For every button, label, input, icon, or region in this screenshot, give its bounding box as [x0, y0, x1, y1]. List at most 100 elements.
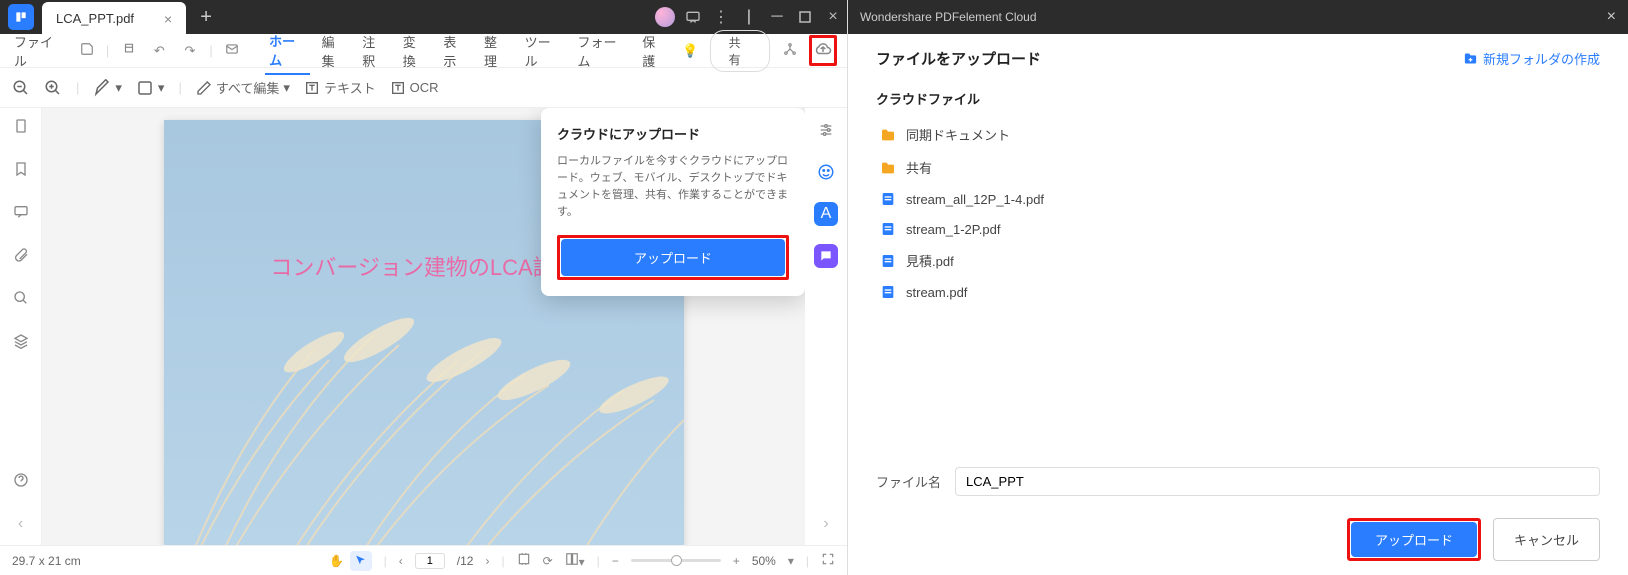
menu-view[interactable]: 表示	[439, 28, 472, 74]
page-total: /12	[457, 554, 474, 568]
file-name: stream_1-2P.pdf	[906, 222, 1000, 237]
app-logo	[8, 4, 34, 30]
new-folder-button[interactable]: 新規フォルダの作成	[1463, 49, 1600, 68]
settings-icon[interactable]	[814, 118, 838, 142]
chat-icon[interactable]	[679, 0, 707, 34]
dialog-window-title: Wondershare PDFelement Cloud	[860, 10, 1037, 24]
lightbulb-icon[interactable]: 💡	[679, 43, 702, 59]
upload-button-highlight: アップロード	[1347, 518, 1481, 561]
edit-all-button[interactable]: すべて編集▾	[196, 78, 290, 97]
file-row[interactable]: stream.pdf	[876, 277, 1600, 307]
zoom-out-icon[interactable]	[12, 79, 30, 97]
share-button[interactable]: 共有	[710, 30, 771, 72]
ai-icon[interactable]: A	[814, 202, 838, 226]
file-name: stream.pdf	[906, 285, 967, 300]
page-canvas: コンバージョン建物のLCA試算	[42, 108, 805, 545]
chevron-left-icon[interactable]: ‹	[18, 515, 23, 533]
menu-form[interactable]: フォーム	[573, 28, 630, 74]
menu-protect[interactable]: 保護	[638, 28, 671, 74]
minimize-icon[interactable]: ─	[763, 0, 791, 34]
dialog-titlebar: Wondershare PDFelement Cloud ×	[848, 0, 1628, 34]
page-dimensions: 29.7 x 21 cm	[12, 554, 81, 568]
smiley-icon[interactable]	[814, 160, 838, 184]
menu-file[interactable]: ファイル	[10, 28, 67, 74]
close-icon[interactable]: ×	[819, 0, 847, 34]
chat-assist-icon[interactable]	[814, 244, 838, 268]
highlight-icon[interactable]: ▾	[93, 79, 122, 97]
pdf-icon	[880, 284, 896, 300]
file-row[interactable]: stream_all_12P_1-4.pdf	[876, 184, 1600, 214]
bookmark-icon[interactable]	[13, 161, 29, 182]
attachment-icon[interactable]	[13, 247, 29, 268]
comment-icon[interactable]	[13, 204, 29, 225]
file-name: 共有	[906, 158, 932, 177]
folder-row[interactable]: 共有	[876, 151, 1600, 184]
save-icon[interactable]	[75, 42, 98, 59]
popup-button-highlight: アップロード	[557, 235, 789, 280]
chevron-right-icon[interactable]: ›	[823, 515, 828, 533]
zoom-in-icon[interactable]	[44, 79, 62, 97]
page-number-input[interactable]	[415, 553, 445, 569]
maximize-icon[interactable]	[791, 0, 819, 34]
zoom-plus-icon[interactable]: +	[733, 554, 740, 568]
print-icon[interactable]	[117, 42, 140, 59]
folder-row[interactable]: 同期ドキュメント	[876, 118, 1600, 151]
filename-label: ファイル名	[876, 472, 941, 491]
upload-button[interactable]: アップロード	[1351, 522, 1477, 557]
page-thumb-icon[interactable]	[13, 118, 29, 139]
prev-page-icon[interactable]: ‹	[399, 554, 403, 568]
cloud-files-label: クラウドファイル	[876, 89, 1600, 108]
chevron-down-icon[interactable]: ▾	[788, 554, 794, 568]
sitemap-icon[interactable]	[778, 42, 801, 59]
select-tool-icon[interactable]	[350, 551, 372, 571]
pdf-icon	[880, 253, 896, 269]
undo-icon[interactable]: ↶	[148, 43, 171, 59]
file-row[interactable]: stream_1-2P.pdf	[876, 214, 1600, 244]
dialog-heading: ファイルをアップロード	[876, 48, 1041, 69]
rotate-icon[interactable]: ⟳	[543, 554, 553, 568]
menu-edit[interactable]: 編集	[318, 28, 351, 74]
left-rail: ‹	[0, 108, 42, 545]
menu-organize[interactable]: 整理	[480, 28, 513, 74]
redo-icon[interactable]: ↷	[179, 43, 202, 59]
zoom-minus-icon[interactable]: −	[612, 554, 619, 568]
zoom-slider[interactable]	[631, 559, 721, 562]
pdf-icon	[880, 221, 896, 237]
menu-convert[interactable]: 変換	[399, 28, 432, 74]
right-rail: A ›	[805, 108, 847, 545]
help-icon[interactable]	[13, 472, 29, 493]
zoom-value: 50%	[752, 554, 776, 568]
popup-title: クラウドにアップロード	[557, 124, 789, 143]
layout-icon[interactable]: ▾	[565, 552, 585, 569]
fullscreen-icon[interactable]	[821, 552, 835, 569]
text-button[interactable]: テキスト	[304, 78, 376, 97]
file-row[interactable]: 見積.pdf	[876, 244, 1600, 277]
cancel-button[interactable]: キャンセル	[1493, 518, 1600, 561]
hand-tool-icon[interactable]: ✋	[326, 551, 348, 571]
folder-icon	[880, 160, 896, 176]
filename-input[interactable]	[955, 467, 1600, 496]
pdf-icon	[880, 191, 896, 207]
cloud-upload-highlight	[809, 35, 837, 66]
menubar: ファイル | ↶ ↷ | ホーム 編集 注釈 変換 表示 整理 ツール フォーム…	[0, 34, 847, 68]
tab-add-button[interactable]: +	[186, 6, 226, 29]
layers-icon[interactable]	[13, 333, 29, 354]
ocr-button[interactable]: OCR	[390, 80, 439, 96]
next-page-icon[interactable]: ›	[485, 554, 489, 568]
shape-icon[interactable]: ▾	[136, 79, 165, 97]
mail-icon[interactable]	[221, 42, 244, 59]
cloud-upload-icon[interactable]	[814, 46, 832, 61]
popup-upload-button[interactable]: アップロード	[561, 239, 785, 276]
popup-body: ローカルファイルを今すぐクラウドにアップロード。ウェブ、モバイル、デスクトップで…	[557, 153, 789, 221]
kebab-menu-icon[interactable]: ⋮	[707, 0, 735, 34]
fit-icon[interactable]	[517, 552, 531, 569]
tab-close-icon[interactable]: ×	[164, 11, 172, 27]
file-name: 同期ドキュメント	[906, 125, 1010, 144]
menu-annotate[interactable]: 注釈	[358, 28, 391, 74]
statusbar: 29.7 x 21 cm ✋ | ‹ /12 › | ⟳ ▾ | − + 50%…	[0, 545, 847, 575]
search-icon[interactable]	[13, 290, 29, 311]
file-name: 見積.pdf	[906, 251, 954, 270]
toolbar: | ▾ ▾ | すべて編集▾ テキスト OCR	[0, 68, 847, 108]
menu-tool[interactable]: ツール	[521, 28, 566, 74]
dialog-close-icon[interactable]: ×	[1607, 8, 1616, 26]
